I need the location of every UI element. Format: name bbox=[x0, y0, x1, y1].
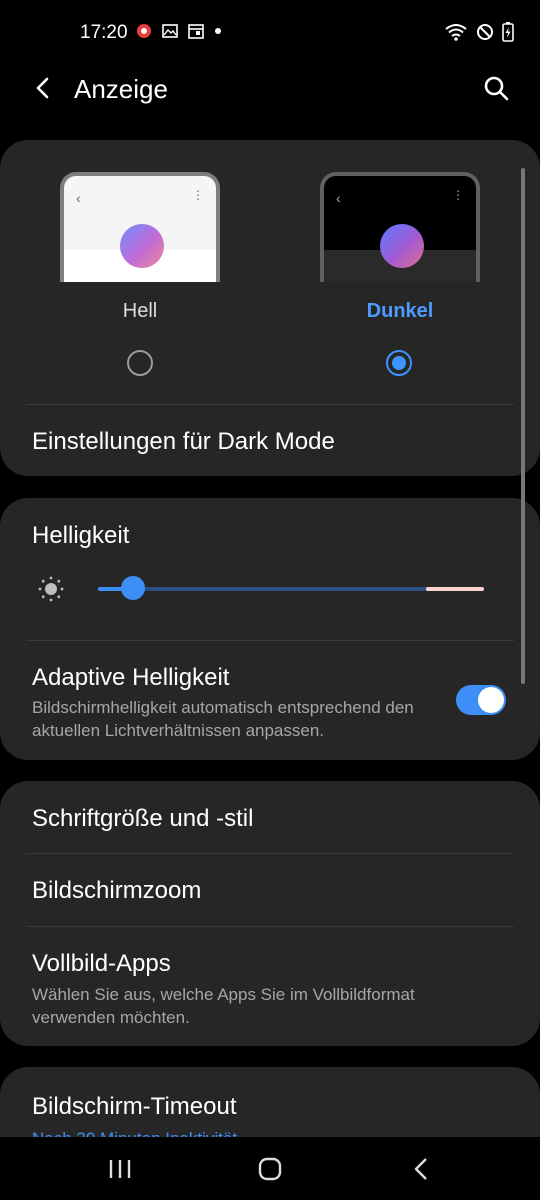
more-notifications-dot-icon bbox=[215, 28, 221, 34]
nav-back-icon[interactable] bbox=[410, 1157, 434, 1181]
toggle-knob bbox=[478, 687, 504, 713]
divider bbox=[26, 404, 514, 405]
divider bbox=[26, 926, 514, 927]
wifi-icon bbox=[445, 24, 467, 41]
adaptive-brightness-description: Bildschirmhelligkeit automatisch entspre… bbox=[32, 698, 414, 740]
light-theme-preview[interactable]: ‹ ⋮ bbox=[60, 172, 220, 284]
mockup-orb bbox=[120, 224, 164, 268]
navigation-bar bbox=[0, 1137, 540, 1200]
fullscreen-apps-title[interactable]: Vollbild-Apps bbox=[32, 950, 171, 978]
font-size-style-item[interactable]: Schriftgröße und -stil bbox=[32, 805, 253, 833]
dark-phone-mockup: ‹ ⋮ bbox=[320, 172, 480, 282]
mockup-orb bbox=[380, 224, 424, 268]
dark-theme-radio[interactable] bbox=[386, 350, 412, 376]
search-icon[interactable] bbox=[480, 72, 512, 104]
brightness-slider-thumb[interactable] bbox=[120, 576, 145, 600]
light-phone-mockup: ‹ ⋮ bbox=[60, 172, 220, 282]
dark-mode-settings-item[interactable]: Einstellungen für Dark Mode bbox=[32, 428, 335, 456]
home-icon[interactable] bbox=[258, 1157, 282, 1181]
brightness-title: Helligkeit bbox=[32, 522, 130, 549]
mini-back-icon: ‹ bbox=[76, 190, 81, 206]
divider bbox=[26, 640, 514, 641]
adaptive-brightness-toggle[interactable] bbox=[456, 685, 506, 715]
divider bbox=[26, 853, 514, 854]
system-icons bbox=[444, 22, 514, 42]
brightness-sun-icon bbox=[38, 576, 64, 602]
display-options-card: Schriftgröße und -stil Bildschirmzoom Vo… bbox=[0, 781, 540, 1046]
screen-timeout-card[interactable]: Bildschirm-Timeout Nach 30 Minuten Inakt… bbox=[0, 1067, 540, 1137]
screen-timeout-title[interactable]: Bildschirm-Timeout bbox=[32, 1093, 236, 1121]
brightness-slider-limit-marker bbox=[426, 587, 484, 591]
adaptive-brightness-title[interactable]: Adaptive Helligkeit bbox=[32, 664, 229, 692]
mini-more-icon: ⋮ bbox=[192, 188, 204, 202]
image-icon bbox=[162, 24, 178, 38]
mini-more-icon: ⋮ bbox=[452, 188, 464, 202]
page-title: Anzeige bbox=[74, 74, 168, 104]
screen-zoom-item[interactable]: Bildschirmzoom bbox=[32, 877, 201, 905]
dark-theme-preview[interactable]: ‹ ⋮ bbox=[320, 172, 480, 284]
dark-theme-label: Dunkel bbox=[366, 300, 434, 322]
mini-back-icon: ‹ bbox=[336, 190, 341, 206]
theme-card: ‹ ⋮ ‹ ⋮ Hell Dunkel Einstellungen für Da… bbox=[0, 140, 540, 476]
fullscreen-apps-description: Wählen Sie aus, welche Apps Sie im Vollb… bbox=[32, 985, 415, 1027]
screen-timeout-value: Nach 30 Minuten Inaktivität bbox=[32, 1129, 237, 1137]
status-time: 17:20 bbox=[80, 22, 128, 43]
light-theme-radio[interactable] bbox=[127, 350, 153, 376]
calendar-icon bbox=[188, 24, 204, 39]
app-notification-icon bbox=[137, 24, 151, 38]
app-bar: Anzeige bbox=[0, 60, 540, 120]
brightness-card: Helligkeit Adaptive Helligkeit Bildschir… bbox=[0, 498, 540, 760]
brightness-slider-track[interactable] bbox=[98, 587, 484, 591]
do-not-disturb-icon bbox=[477, 24, 493, 40]
light-theme-label: Hell bbox=[122, 300, 158, 322]
notification-icons bbox=[135, 22, 223, 40]
scrollbar[interactable] bbox=[521, 168, 525, 684]
status-bar: 17:20 bbox=[0, 0, 540, 66]
back-arrow-icon[interactable] bbox=[28, 72, 60, 104]
recent-apps-icon[interactable] bbox=[108, 1157, 132, 1181]
battery-charging-icon bbox=[502, 22, 514, 42]
